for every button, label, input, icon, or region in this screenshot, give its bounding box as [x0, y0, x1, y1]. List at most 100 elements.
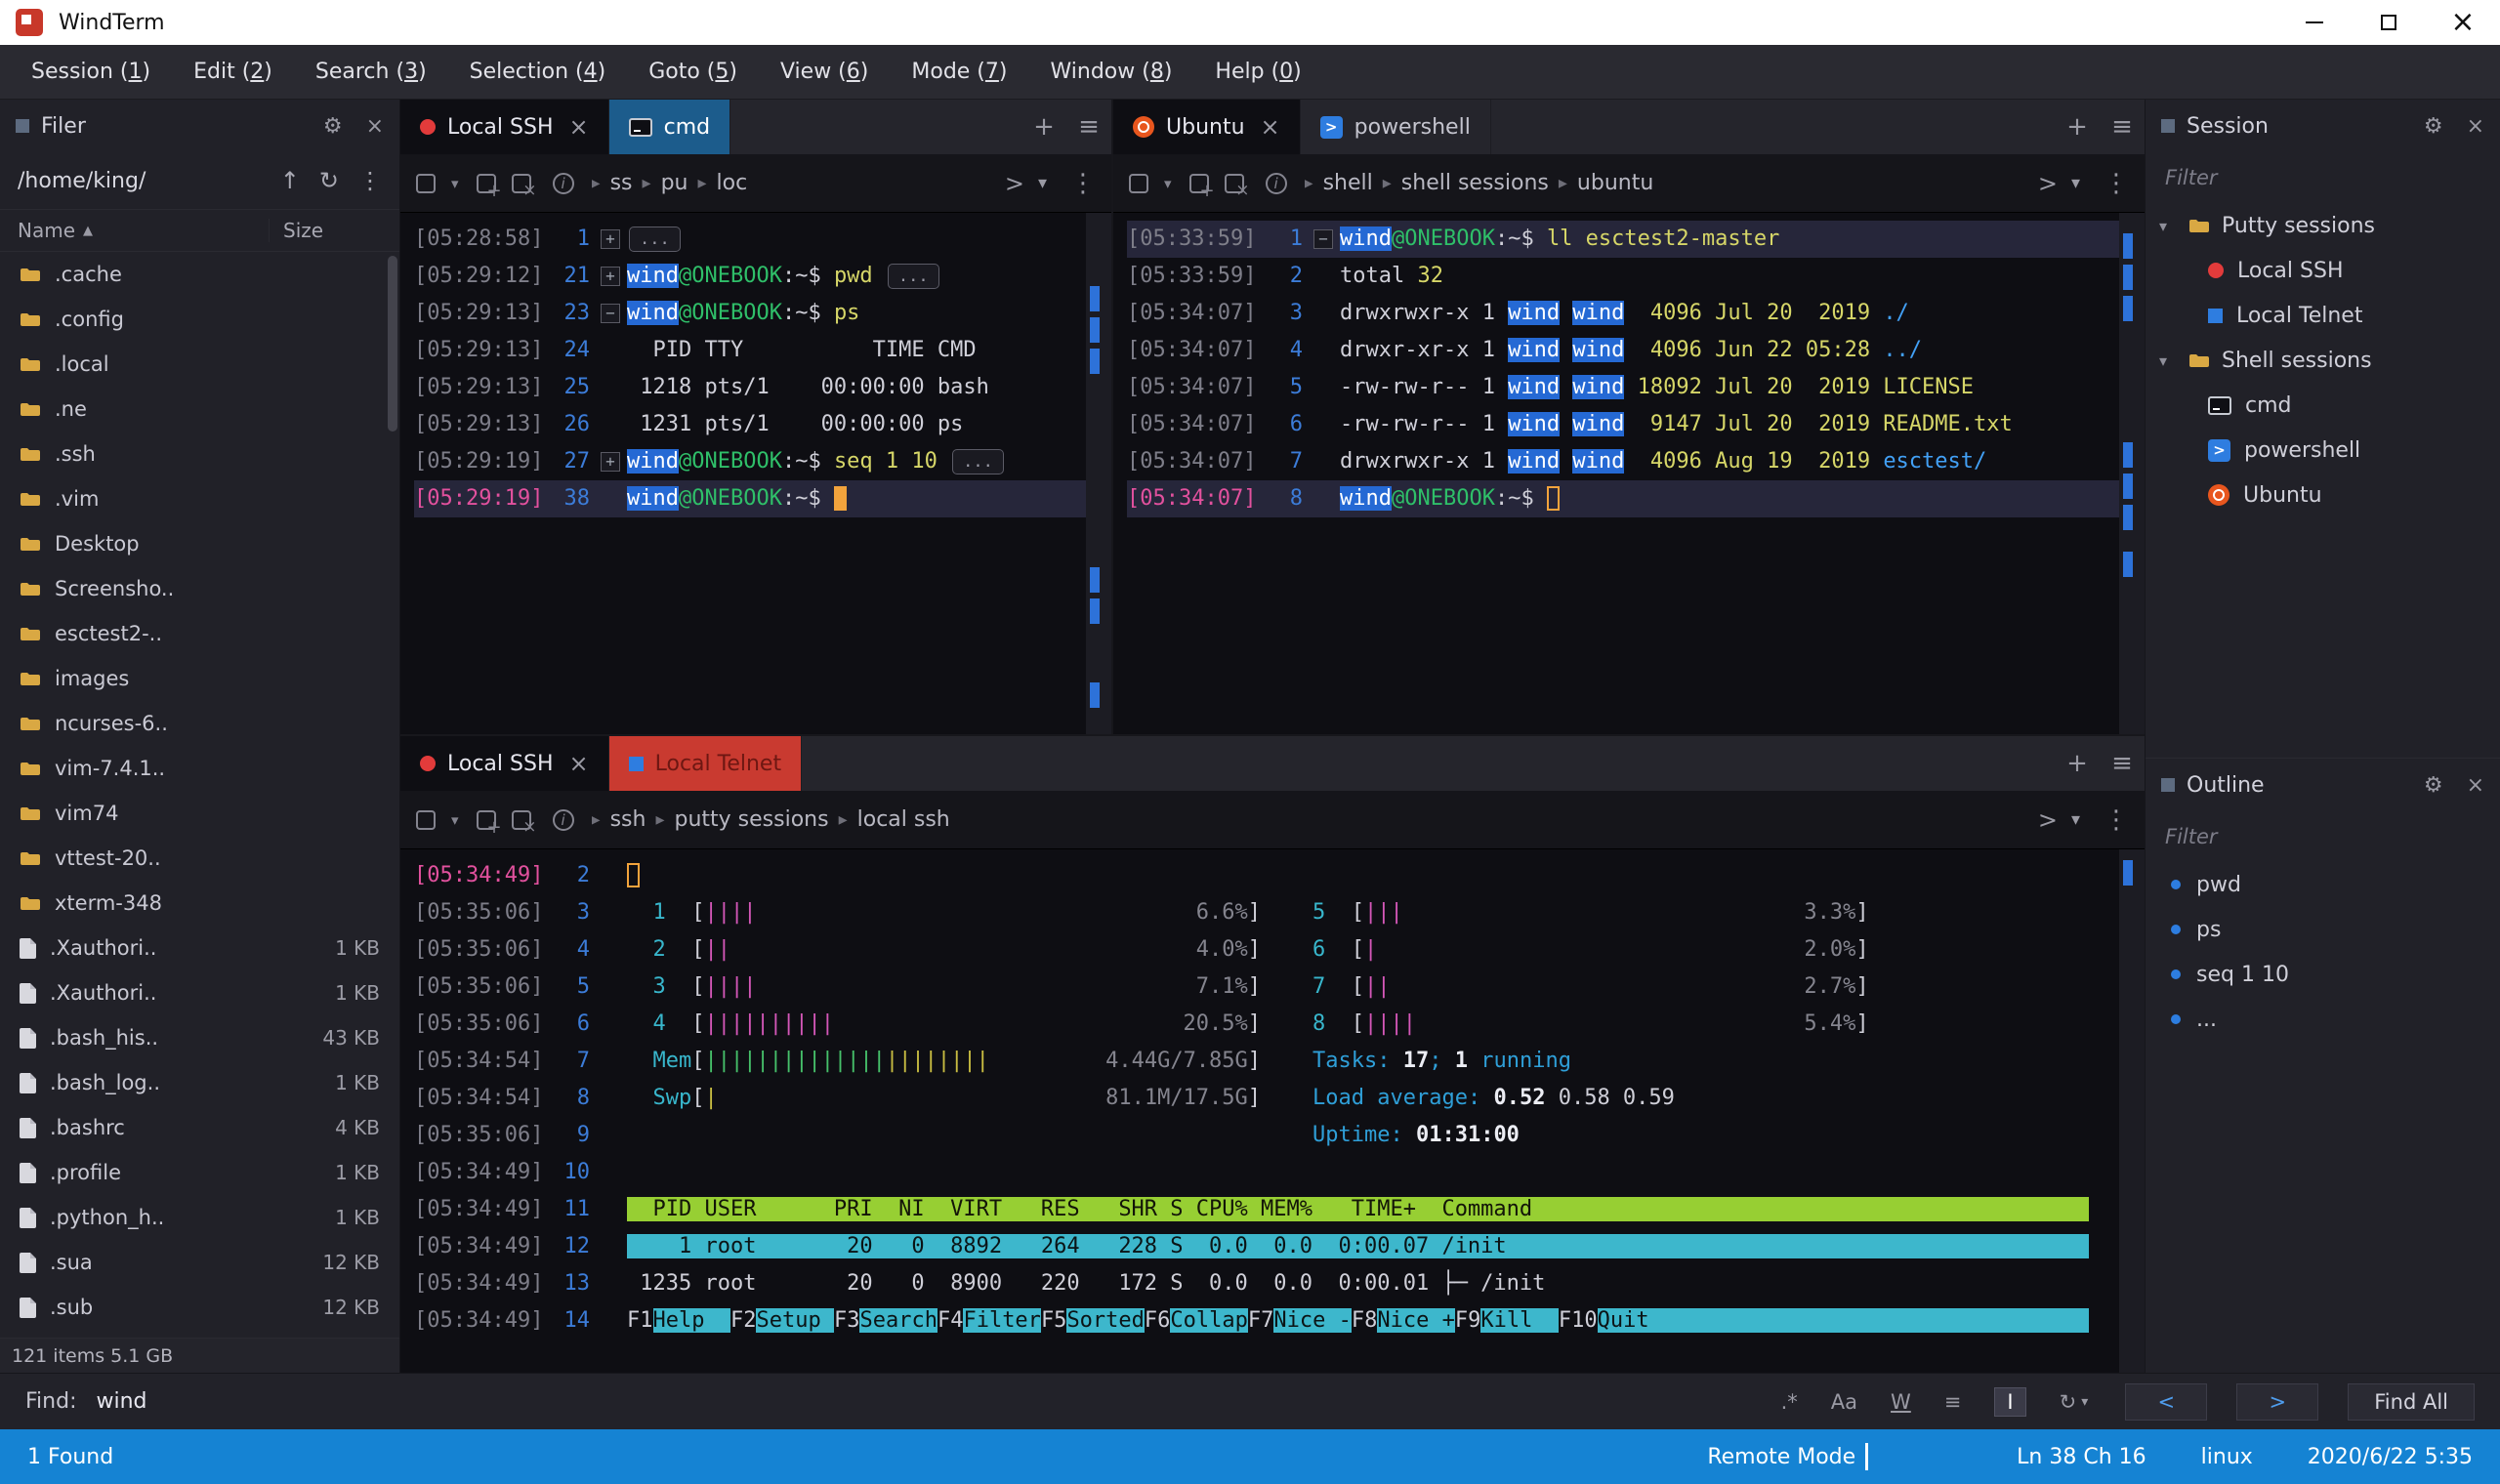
- session-item-ubuntu[interactable]: Ubuntu: [2146, 473, 2500, 517]
- collapse-fold-icon[interactable]: −: [601, 304, 620, 323]
- chevron-down-icon[interactable]: ▾: [451, 175, 459, 192]
- session-group-putty-sessions[interactable]: ▾ Putty sessions: [2146, 203, 2500, 248]
- filer-item-xauthori[interactable]: .Xauthori.. 1 KB: [0, 970, 386, 1015]
- gear-icon[interactable]: ⚙: [323, 114, 343, 139]
- filer-scrollbar-thumb[interactable]: [388, 256, 397, 432]
- filer-path[interactable]: /home/king/: [18, 169, 146, 193]
- collapsed-output-box[interactable]: ...: [887, 264, 939, 289]
- filer-item-screensho[interactable]: Screensho..: [0, 566, 386, 611]
- duplicate-terminal-icon[interactable]: [476, 809, 502, 838]
- tab-local-ssh[interactable]: Local SSH ×: [400, 736, 609, 791]
- terminal-viewport[interactable]: [05:34:49] 2 [05:35:06] 3 1 [|||| 6.6%] 5 …: [400, 849, 2145, 1373]
- filer-item-images[interactable]: images: [0, 656, 386, 701]
- chevron-down-icon[interactable]: ▾: [2159, 217, 2177, 235]
- more-options-icon[interactable]: ⋮: [1070, 169, 1096, 198]
- terminal-type[interactable]: linux: [2201, 1445, 2253, 1469]
- filer-item-sua[interactable]: .sua 12 KB: [0, 1240, 386, 1285]
- filer-item-profile[interactable]: .profile 1 KB: [0, 1150, 386, 1195]
- new-tab-icon[interactable]: +: [2055, 100, 2100, 154]
- filer-item-ncurses-6[interactable]: ncurses-6..: [0, 701, 386, 746]
- filer-item-bash-log[interactable]: .bash_log.. 1 KB: [0, 1060, 386, 1105]
- expand-fold-icon[interactable]: +: [601, 267, 620, 286]
- menu-item-session[interactable]: Session (1): [10, 45, 172, 100]
- column-name[interactable]: Name ▲: [18, 219, 269, 242]
- chevron-down-icon[interactable]: ▾: [2159, 351, 2177, 370]
- filer-item-ne[interactable]: .ne: [0, 387, 386, 432]
- new-terminal-icon[interactable]: [1129, 173, 1148, 193]
- filer-scrollbar[interactable]: [386, 252, 399, 1338]
- close-terminal-icon[interactable]: [511, 173, 537, 200]
- filer-item-local[interactable]: .local: [0, 342, 386, 387]
- close-tab-icon[interactable]: ×: [569, 113, 589, 141]
- regex-icon[interactable]: .*: [1781, 1390, 1798, 1414]
- breadcrumb-item-local-ssh[interactable]: local ssh: [857, 807, 950, 832]
- maximize-button[interactable]: [2352, 0, 2426, 45]
- menu-item-goto[interactable]: Goto (5): [627, 45, 759, 100]
- new-terminal-icon[interactable]: [416, 173, 436, 193]
- expand-fold-icon[interactable]: +: [601, 229, 620, 249]
- minimize-button[interactable]: [2277, 0, 2352, 45]
- whole-word-icon[interactable]: W: [1891, 1390, 1911, 1414]
- filer-item-esctest2[interactable]: esctest2-..: [0, 611, 386, 656]
- send-icon[interactable]: >: [2038, 806, 2058, 834]
- menu-item-selection[interactable]: Selection (4): [448, 45, 628, 100]
- match-case-icon[interactable]: Aa: [1831, 1390, 1857, 1414]
- duplicate-terminal-icon[interactable]: [1188, 173, 1215, 201]
- breadcrumb-item-ubuntu[interactable]: ubuntu: [1577, 171, 1653, 195]
- menu-item-window[interactable]: Window (8): [1029, 45, 1194, 100]
- session-item-powershell[interactable]: > powershell: [2146, 428, 2500, 473]
- scrollbar[interactable]: [2119, 213, 2145, 734]
- terminal-viewport[interactable]: [05:28:58] 1 +... [05:29:12] 21 + wind@ONEBOOK…: [400, 213, 1111, 734]
- close-terminal-icon[interactable]: [1224, 173, 1250, 200]
- mode-indicator[interactable]: Remote Mode: [1707, 1445, 1855, 1469]
- more-options-icon[interactable]: ⋮: [2104, 805, 2129, 835]
- filer-item-cache[interactable]: .cache: [0, 252, 386, 297]
- menu-item-view[interactable]: View (6): [759, 45, 890, 100]
- find-next-button[interactable]: >: [2236, 1382, 2319, 1421]
- collapsed-output-box[interactable]: ...: [629, 227, 681, 252]
- breadcrumb-item-loc[interactable]: loc: [717, 171, 748, 195]
- close-terminal-icon[interactable]: [511, 809, 537, 837]
- refresh-icon[interactable]: ↻: [319, 167, 339, 194]
- tab-list-icon[interactable]: ≡: [2100, 100, 2145, 154]
- outline-item-[interactable]: ...: [2146, 997, 2500, 1042]
- close-tab-icon[interactable]: ×: [1261, 113, 1280, 141]
- close-button[interactable]: ×: [2426, 0, 2500, 45]
- outline-item-pwd[interactable]: pwd: [2146, 862, 2500, 907]
- filer-item-python-h[interactable]: .python_h.. 1 KB: [0, 1195, 386, 1240]
- menu-item-search[interactable]: Search (3): [294, 45, 448, 100]
- expand-icon[interactable]: ▾: [1038, 173, 1047, 193]
- close-tab-icon[interactable]: ×: [569, 750, 589, 777]
- more-options-icon[interactable]: ⋮: [358, 167, 382, 194]
- outline-item-seq-1-10[interactable]: seq 1 10: [2146, 952, 2500, 997]
- tab-powershell[interactable]: > powershell: [1301, 100, 1491, 154]
- duplicate-terminal-icon[interactable]: [476, 173, 502, 201]
- outline-item-ps[interactable]: ps: [2146, 907, 2500, 952]
- send-icon[interactable]: >: [1005, 170, 1024, 197]
- filer-item-vim74[interactable]: vim74: [0, 791, 386, 836]
- filer-item-vttest-20[interactable]: vttest-20..: [0, 836, 386, 881]
- info-icon[interactable]: i: [1265, 172, 1287, 194]
- gear-icon[interactable]: ⚙: [2424, 114, 2443, 139]
- session-item-local-ssh[interactable]: Local SSH: [2146, 248, 2500, 293]
- filer-item-desktop[interactable]: Desktop: [0, 521, 386, 566]
- tab-local-ssh[interactable]: Local SSH ×: [400, 100, 609, 154]
- menu-item-edit[interactable]: Edit (2): [172, 45, 294, 100]
- up-directory-icon[interactable]: ↑: [280, 167, 300, 194]
- chevron-down-icon[interactable]: ▾: [451, 811, 459, 829]
- breadcrumb-item-ssh[interactable]: ssh: [610, 807, 646, 832]
- close-panel-icon[interactable]: ×: [2467, 114, 2484, 139]
- column-size[interactable]: Size: [269, 219, 382, 242]
- collapse-fold-icon[interactable]: −: [1313, 229, 1333, 249]
- filer-item-vim[interactable]: .vim: [0, 476, 386, 521]
- filer-item-ssh[interactable]: .ssh: [0, 432, 386, 476]
- session-group-shell-sessions[interactable]: ▾ Shell sessions: [2146, 338, 2500, 383]
- gear-icon[interactable]: ⚙: [2424, 773, 2443, 798]
- filer-item-bash-his[interactable]: .bash_his.. 43 KB: [0, 1015, 386, 1060]
- session-item-cmd[interactable]: cmd: [2146, 383, 2500, 428]
- tab-local-telnet[interactable]: Local Telnet: [608, 736, 803, 791]
- filer-item-bashrc[interactable]: .bashrc 4 KB: [0, 1105, 386, 1150]
- scrollbar[interactable]: [1086, 213, 1111, 734]
- tab-list-icon[interactable]: ≡: [2100, 736, 2145, 791]
- filer-item-config[interactable]: .config: [0, 297, 386, 342]
